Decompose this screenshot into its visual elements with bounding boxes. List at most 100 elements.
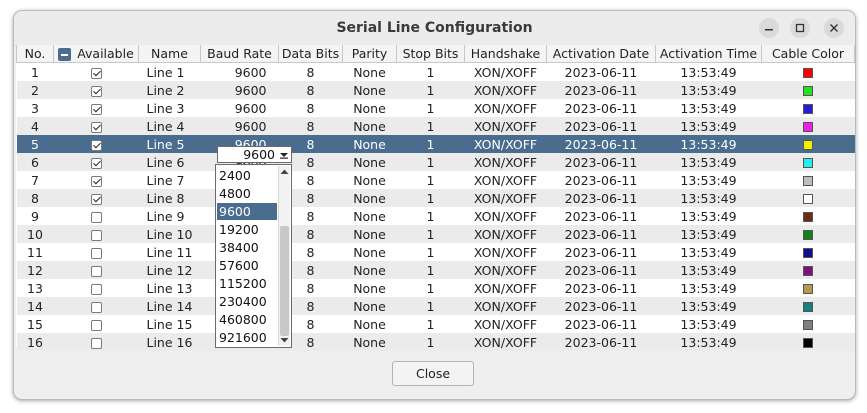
cell-activation-time[interactable]: 13:53:49 bbox=[655, 243, 762, 261]
available-checkbox[interactable] bbox=[90, 103, 102, 115]
cell-activation-date[interactable]: 2023-06-11 bbox=[546, 153, 656, 171]
cell-available[interactable] bbox=[53, 243, 139, 261]
cell-activation-date[interactable]: 2023-06-11 bbox=[546, 171, 656, 189]
cell-handshake[interactable]: XON/XOFF bbox=[464, 189, 547, 207]
cell-name[interactable]: Line 6 bbox=[138, 153, 201, 171]
cell-handshake[interactable]: XON/XOFF bbox=[464, 62, 547, 81]
table-row[interactable]: 8Line 896008None1XON/XOFF2023-06-1113:53… bbox=[16, 189, 855, 207]
col-header-name[interactable]: Name bbox=[138, 45, 201, 63]
table-row[interactable]: 10Line 1096008None1XON/XOFF2023-06-1113:… bbox=[16, 225, 855, 243]
dropdown-option[interactable]: 230400 bbox=[217, 293, 277, 310]
cell-handshake[interactable]: XON/XOFF bbox=[464, 261, 547, 279]
cell-handshake[interactable]: XON/XOFF bbox=[464, 81, 547, 99]
table-row[interactable]: 4 Line 4 9600 8 None 1 XON/XOFF 2023-06-11 13:53… bbox=[16, 117, 855, 135]
table-row[interactable]: 15Line 1596008None1XON/XOFF2023-06-1113:… bbox=[16, 315, 855, 333]
cell-available[interactable] bbox=[53, 171, 139, 189]
cell-activation-date[interactable]: 2023-06-11 bbox=[546, 333, 656, 351]
cable-color-swatch[interactable] bbox=[803, 338, 813, 348]
cell-activation-date[interactable]: 2023-06-11 bbox=[546, 261, 656, 279]
cell-available[interactable] bbox=[53, 261, 139, 279]
cell-cable-color[interactable] bbox=[761, 333, 855, 351]
cell-name[interactable]: Line 13 bbox=[138, 279, 201, 297]
col-header-activation-date[interactable]: Activation Date bbox=[546, 45, 656, 63]
table-row[interactable]: 1 Line 1 9600 8 None 1 XON/XOFF 2023-06-11 13:53… bbox=[16, 62, 855, 81]
table-row[interactable]: 14Line 1496008None1XON/XOFF2023-06-1113:… bbox=[16, 297, 855, 315]
cell-name[interactable]: Line 3 bbox=[138, 99, 201, 117]
cell-available[interactable] bbox=[53, 99, 139, 117]
cell-cable-color[interactable] bbox=[761, 189, 855, 207]
cable-color-swatch[interactable] bbox=[803, 122, 813, 132]
available-checkbox[interactable] bbox=[90, 139, 102, 151]
available-checkbox[interactable] bbox=[90, 247, 102, 259]
cell-activation-date[interactable]: 2023-06-11 bbox=[546, 135, 656, 153]
table-row[interactable]: 16Line 1696008None1XON/XOFF2023-06-1113:… bbox=[16, 333, 855, 351]
cell-stop-bits[interactable]: 1 bbox=[396, 153, 465, 171]
cell-handshake[interactable]: XON/XOFF bbox=[464, 279, 547, 297]
available-checkbox[interactable] bbox=[90, 319, 102, 331]
col-header-handshake[interactable]: Handshake bbox=[464, 45, 547, 63]
cell-activation-time[interactable]: 13:53:49 bbox=[655, 261, 762, 279]
table-row[interactable]: 12Line 1296008None1XON/XOFF2023-06-1113:… bbox=[16, 261, 855, 279]
cell-stop-bits[interactable]: 1 bbox=[396, 62, 465, 81]
cell-activation-time[interactable]: 13:53:49 bbox=[655, 315, 762, 333]
cell-no[interactable]: 9 bbox=[16, 207, 54, 225]
baud-rate-dropdown-list[interactable]: 2400 4800 9600 19200 38400 57600 115200 230400 4… bbox=[215, 164, 292, 348]
table-row[interactable]: 5 Line 5 9600 8 None 1 XON/XOFF 2023-06-11 13:53… bbox=[16, 135, 855, 153]
cell-name[interactable]: Line 10 bbox=[138, 225, 201, 243]
cell-activation-date[interactable]: 2023-06-11 bbox=[546, 81, 656, 99]
cell-name[interactable]: Line 5 bbox=[138, 135, 201, 153]
cell-cable-color[interactable] bbox=[761, 297, 855, 315]
cable-color-swatch[interactable] bbox=[803, 302, 813, 312]
cell-no[interactable]: 13 bbox=[16, 279, 54, 297]
cell-available[interactable] bbox=[53, 135, 139, 153]
dropdown-option[interactable]: 38400 bbox=[217, 239, 277, 256]
cell-cable-color[interactable] bbox=[761, 279, 855, 297]
cell-cable-color[interactable] bbox=[761, 62, 855, 81]
cable-color-swatch[interactable] bbox=[803, 68, 813, 78]
col-header-data-bits[interactable]: Data Bits bbox=[278, 45, 343, 63]
cell-parity[interactable]: None bbox=[342, 62, 397, 81]
col-header-no[interactable]: No. bbox=[16, 45, 54, 63]
cell-parity[interactable]: None bbox=[342, 333, 397, 351]
col-header-stop-bits[interactable]: Stop Bits bbox=[396, 45, 465, 63]
cell-handshake[interactable]: XON/XOFF bbox=[464, 153, 547, 171]
cell-activation-date[interactable]: 2023-06-11 bbox=[546, 207, 656, 225]
cell-available[interactable] bbox=[53, 153, 139, 171]
cell-cable-color[interactable] bbox=[761, 135, 855, 153]
close-button[interactable]: Close bbox=[392, 361, 474, 386]
cell-activation-time[interactable]: 13:53:49 bbox=[655, 279, 762, 297]
table-row[interactable]: 11Line 1196008None1XON/XOFF2023-06-1113:… bbox=[16, 243, 855, 261]
cell-no[interactable]: 15 bbox=[16, 315, 54, 333]
cell-parity[interactable]: None bbox=[342, 243, 397, 261]
cell-stop-bits[interactable]: 1 bbox=[396, 333, 465, 351]
cable-color-swatch[interactable] bbox=[803, 284, 813, 294]
cell-activation-time[interactable]: 13:53:49 bbox=[655, 333, 762, 351]
cell-parity[interactable]: None bbox=[342, 153, 397, 171]
cell-name[interactable]: Line 7 bbox=[138, 171, 201, 189]
cell-available[interactable] bbox=[53, 297, 139, 315]
cable-color-swatch[interactable] bbox=[803, 104, 813, 114]
cable-color-swatch[interactable] bbox=[803, 140, 813, 150]
cable-color-swatch[interactable] bbox=[803, 212, 813, 222]
cell-name[interactable]: Line 16 bbox=[138, 333, 201, 351]
cell-cable-color[interactable] bbox=[761, 207, 855, 225]
scroll-down-icon[interactable] bbox=[280, 337, 289, 344]
cell-activation-time[interactable]: 13:53:49 bbox=[655, 62, 762, 81]
cell-activation-date[interactable]: 2023-06-11 bbox=[546, 117, 656, 135]
cable-color-swatch[interactable] bbox=[803, 86, 813, 96]
cell-no[interactable]: 12 bbox=[16, 261, 54, 279]
cell-stop-bits[interactable]: 1 bbox=[396, 117, 465, 135]
dropdown-option[interactable]: 2400 bbox=[217, 167, 277, 184]
cell-name[interactable]: Line 4 bbox=[138, 117, 201, 135]
cable-color-swatch[interactable] bbox=[803, 230, 813, 240]
table-row[interactable]: 13Line 1396008None1XON/XOFF2023-06-1113:… bbox=[16, 279, 855, 297]
cell-stop-bits[interactable]: 1 bbox=[396, 315, 465, 333]
cell-available[interactable] bbox=[53, 117, 139, 135]
dropdown-option[interactable]: 19200 bbox=[217, 221, 277, 238]
cell-name[interactable]: Line 1 bbox=[138, 62, 201, 81]
cell-handshake[interactable]: XON/XOFF bbox=[464, 99, 547, 117]
dropdown-option[interactable]: 57600 bbox=[217, 257, 277, 274]
cell-cable-color[interactable] bbox=[761, 153, 855, 171]
col-header-activation-time[interactable]: Activation Time bbox=[655, 45, 762, 63]
cell-baud-rate[interactable]: 9600 bbox=[200, 62, 279, 81]
